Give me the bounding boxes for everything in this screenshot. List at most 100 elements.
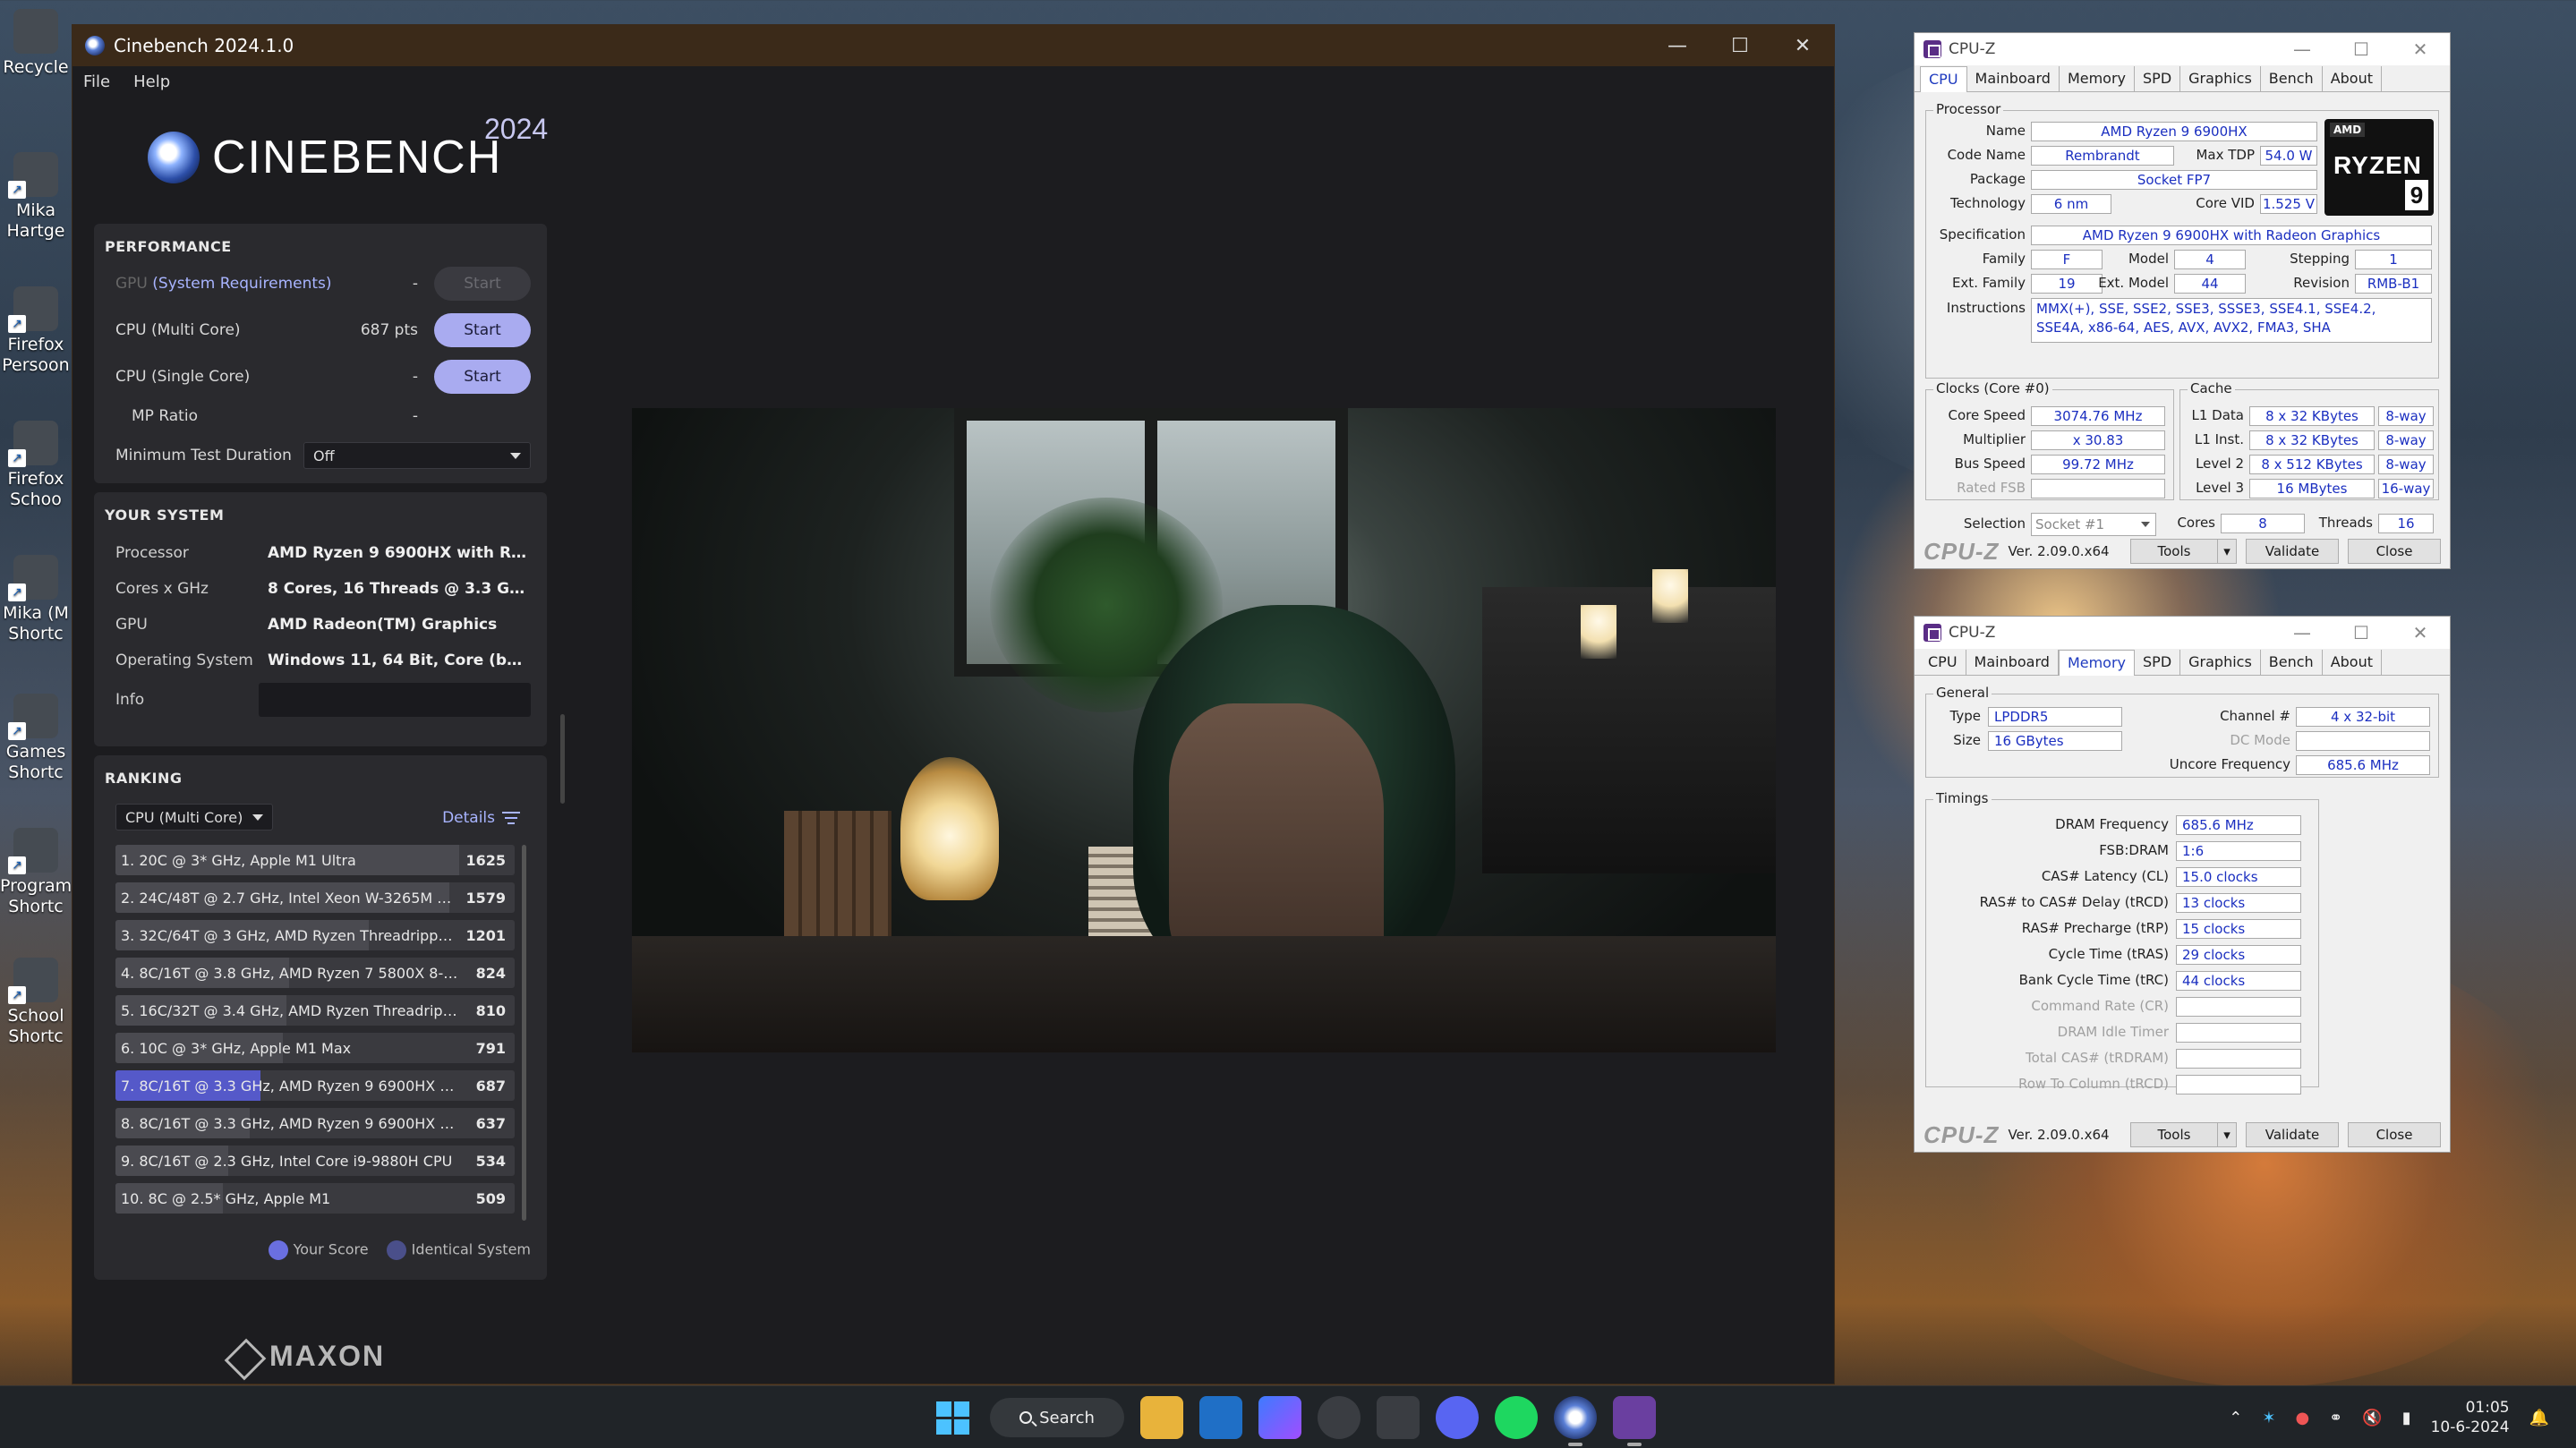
tab-about[interactable]: About	[2323, 650, 2383, 675]
ranking-item[interactable]: 6. 10C @ 3* GHz, Apple M1 Max 791	[115, 1033, 515, 1063]
revision-value: RMB-B1	[2355, 274, 2432, 294]
ranking-item[interactable]: 3. 32C/64T @ 3 GHz, AMD Ryzen Threadripp…	[115, 920, 515, 950]
ranking-item[interactable]: 4. 8C/16T @ 3.8 GHz, AMD Ryzen 7 5800X 8…	[115, 958, 515, 988]
size-value: 16 GBytes	[1988, 731, 2122, 751]
desktop-shortcut[interactable]: Recycle	[0, 9, 72, 78]
close-button[interactable]: ✕	[2391, 38, 2450, 60]
tools-dropdown-button[interactable]: ▾	[2217, 539, 2237, 564]
game-app-icon[interactable]	[1377, 1396, 1420, 1439]
tab-spd[interactable]: SPD	[2135, 66, 2181, 91]
desktop-shortcut[interactable]: ↗ Firefox Persoon	[0, 286, 72, 376]
tab-cpu[interactable]: CPU	[1920, 66, 1967, 92]
ranking-item-name: 7. 8C/16T @ 3.3 GHz, AMD Ryzen 9 6900HX …	[121, 1077, 461, 1095]
desktop-shortcut[interactable]: ↗ Mika (M Shortc	[0, 555, 72, 644]
close-button[interactable]: Close	[2348, 1122, 2441, 1147]
maximize-button[interactable]: ☐	[2332, 38, 2391, 60]
tools-button[interactable]: Tools	[2130, 539, 2218, 564]
minimize-button[interactable]: —	[1646, 25, 1709, 66]
desktop-shortcut[interactable]: ↗ School Shortc	[0, 958, 72, 1047]
ranking-item[interactable]: 7. 8C/16T @ 3.3 GHz, AMD Ryzen 9 6900HX …	[115, 1070, 515, 1101]
wifi-icon[interactable]: ⚭	[2329, 1409, 2342, 1427]
tab-memory[interactable]: Memory	[2058, 650, 2136, 676]
desktop-shortcut[interactable]: ↗ Program Shortc	[0, 828, 72, 917]
cpuz-titlebar[interactable]: CPU-Z — ☐ ✕	[1915, 617, 2450, 649]
ranking-item-score: 791	[475, 1039, 506, 1057]
validate-button[interactable]: Validate	[2246, 539, 2339, 564]
notification-bell-icon[interactable]: 🔔	[2529, 1409, 2549, 1427]
multiplier-label: Multiplier	[1963, 431, 2026, 447]
tab-bench[interactable]: Bench	[2261, 650, 2323, 675]
start-button[interactable]	[931, 1396, 974, 1439]
system-requirements-link[interactable]: (System Requirements)	[152, 275, 331, 293]
cpuz-taskbar-icon[interactable]	[1613, 1396, 1656, 1446]
desktop-shortcut[interactable]: ↗ Mika Hartge	[0, 152, 72, 242]
ranking-item[interactable]: 1. 20C @ 3* GHz, Apple M1 Ultra 1625	[115, 845, 515, 875]
tray-app-icon[interactable]: ●	[2295, 1409, 2309, 1427]
corevid-label: Core VID	[2196, 195, 2255, 211]
battery-icon[interactable]: ▮	[2402, 1409, 2411, 1427]
close-button[interactable]: ✕	[2391, 622, 2450, 643]
tab-memory[interactable]: Memory	[2060, 66, 2136, 91]
shortcut-arrow-icon: ↗	[8, 181, 26, 199]
close-button[interactable]: ✕	[1771, 25, 1834, 66]
tab-cpu[interactable]: CPU	[1920, 650, 1966, 675]
tab-graphics[interactable]: Graphics	[2180, 650, 2261, 675]
bluetooth-icon[interactable]: ✶	[2262, 1409, 2275, 1427]
ranking-item[interactable]: 5. 16C/32T @ 3.4 GHz, AMD Ryzen Threadri…	[115, 995, 515, 1026]
tab-graphics[interactable]: Graphics	[2180, 66, 2261, 91]
ranking-item[interactable]: 10. 8C @ 2.5* GHz, Apple M1 509	[115, 1183, 515, 1214]
tab-about[interactable]: About	[2323, 66, 2383, 91]
volume-muted-icon[interactable]: 🔇	[2362, 1409, 2382, 1427]
maxon-logo-text: MAXON	[269, 1339, 386, 1372]
gpu-start-button[interactable]: Start	[434, 267, 531, 301]
timing-value	[2176, 1023, 2301, 1043]
minimize-button[interactable]: —	[2273, 38, 2332, 60]
outlook-icon[interactable]	[1199, 1396, 1242, 1439]
ranking-item[interactable]: 9. 8C/16T @ 2.3 GHz, Intel Core i9-9880H…	[115, 1146, 515, 1176]
menu-file[interactable]: File	[83, 72, 110, 91]
cpu-single-start-button[interactable]: Start	[434, 360, 531, 394]
details-button[interactable]: Details	[442, 809, 520, 827]
cpu-multi-start-button[interactable]: Start	[434, 313, 531, 347]
clock[interactable]: 01:05 10-6-2024	[2431, 1398, 2510, 1437]
minimize-button[interactable]: —	[2273, 622, 2332, 643]
maximize-button[interactable]: ☐	[1709, 25, 1771, 66]
maximize-button[interactable]: ☐	[2332, 622, 2391, 643]
tab-bench[interactable]: Bench	[2261, 66, 2323, 91]
ranking-item[interactable]: 8. 8C/16T @ 3.3 GHz, AMD Ryzen 9 6900HX …	[115, 1108, 515, 1138]
spotify-icon[interactable]	[1495, 1396, 1538, 1439]
tools-button[interactable]: Tools	[2130, 1122, 2218, 1147]
cpuz-titlebar[interactable]: CPU-Z — ☐ ✕	[1915, 33, 2450, 65]
cinebench-taskbar-icon[interactable]	[1554, 1396, 1597, 1446]
spec-value: AMD Ryzen 9 6900HX with Radeon Graphics	[2031, 226, 2432, 245]
close-button[interactable]: Close	[2348, 539, 2441, 564]
min-duration-dropdown[interactable]: Off	[303, 442, 531, 469]
tools-dropdown-button[interactable]: ▾	[2217, 1122, 2237, 1147]
tab-spd[interactable]: SPD	[2135, 650, 2181, 675]
sidebar-scrollbar[interactable]	[560, 714, 565, 804]
package-value: Socket FP7	[2031, 170, 2317, 190]
file-explorer-icon[interactable]	[1140, 1396, 1183, 1439]
ranking-dropdown[interactable]: CPU (Multi Core)	[115, 804, 273, 830]
menu-help[interactable]: Help	[133, 72, 170, 91]
validate-button[interactable]: Validate	[2246, 1122, 2339, 1147]
desktop-shortcut-label: School Shortc	[7, 1006, 64, 1046]
timing-value	[2176, 1075, 2301, 1095]
ranking-scrollbar[interactable]	[522, 845, 526, 1221]
steam-icon[interactable]	[1318, 1396, 1361, 1439]
discord-icon[interactable]	[1436, 1396, 1479, 1439]
info-input[interactable]	[259, 683, 531, 717]
tab-mainboard[interactable]: Mainboard	[1966, 650, 2059, 675]
recycle-bin-icon	[13, 9, 58, 54]
taskbar: Search ⌃ ✶ ● ⚭ 🔇 ▮ 01:05 10-6-2024 🔔	[0, 1385, 2576, 1448]
chevron-up-icon[interactable]: ⌃	[2229, 1409, 2242, 1427]
l3-way: 16-way	[2378, 479, 2434, 498]
cinebench-titlebar[interactable]: Cinebench 2024.1.0 — ☐ ✕	[73, 25, 1834, 66]
socket-select[interactable]: Socket #1	[2031, 513, 2156, 536]
taskbar-search[interactable]: Search	[990, 1398, 1124, 1437]
desktop-shortcut[interactable]: ↗ Games Shortc	[0, 694, 72, 783]
copilot-icon[interactable]	[1258, 1396, 1301, 1439]
ranking-item[interactable]: 2. 24C/48T @ 2.7 GHz, Intel Xeon W-3265M…	[115, 882, 515, 913]
tab-mainboard[interactable]: Mainboard	[1967, 66, 2060, 91]
desktop-shortcut[interactable]: ↗ Firefox Schoo	[0, 421, 72, 510]
